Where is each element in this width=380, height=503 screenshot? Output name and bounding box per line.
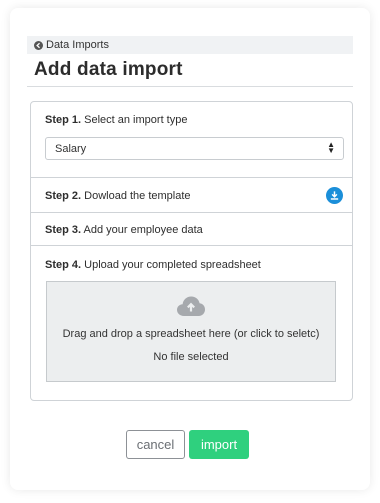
step-3-text: Add your employee data <box>83 224 203 236</box>
title-divider <box>27 86 353 87</box>
step-2-text: Dowload the template <box>84 190 191 202</box>
step-2: Step 2. Dowload the template <box>45 190 191 202</box>
download-icon <box>330 191 339 200</box>
import-type-select[interactable]: Salary ▲ ▼ <box>45 137 344 160</box>
step-2-number: Step 2. <box>45 190 82 202</box>
download-template-button[interactable] <box>326 187 343 204</box>
file-status: No file selected <box>153 351 229 363</box>
step-1: Step 1. Select an import type <box>45 114 187 126</box>
page-title: Add data import <box>34 59 183 80</box>
arrow-left-circle-icon[interactable] <box>34 40 43 50</box>
select-arrows-icon: ▲ ▼ <box>327 140 335 155</box>
step-divider <box>31 245 352 246</box>
step-1-text: Select an import type <box>84 114 188 126</box>
file-dropzone[interactable]: Drag and drop a spreadsheet here (or cli… <box>46 281 336 382</box>
step-3-number: Step 3. <box>45 224 82 236</box>
import-steps-panel: Step 1. Select an import type Salary ▲ ▼ … <box>30 101 353 401</box>
step-divider <box>31 177 352 178</box>
step-3: Step 3. Add your employee data <box>45 224 203 236</box>
import-button[interactable]: import <box>189 430 249 459</box>
breadcrumb-link[interactable]: Data Imports <box>46 39 109 51</box>
cancel-button[interactable]: cancel <box>126 430 185 459</box>
dropzone-instruction: Drag and drop a spreadsheet here (or cli… <box>62 328 320 340</box>
breadcrumb[interactable]: Data Imports <box>27 36 353 54</box>
step-4: Step 4. Upload your completed spreadshee… <box>45 259 261 271</box>
step-divider <box>31 212 352 213</box>
step-4-number: Step 4. <box>45 259 82 271</box>
step-4-text: Upload your completed spreadsheet <box>84 259 261 271</box>
cloud-upload-icon <box>177 296 205 316</box>
import-type-value: Salary <box>55 142 87 155</box>
step-1-number: Step 1. <box>45 114 82 126</box>
